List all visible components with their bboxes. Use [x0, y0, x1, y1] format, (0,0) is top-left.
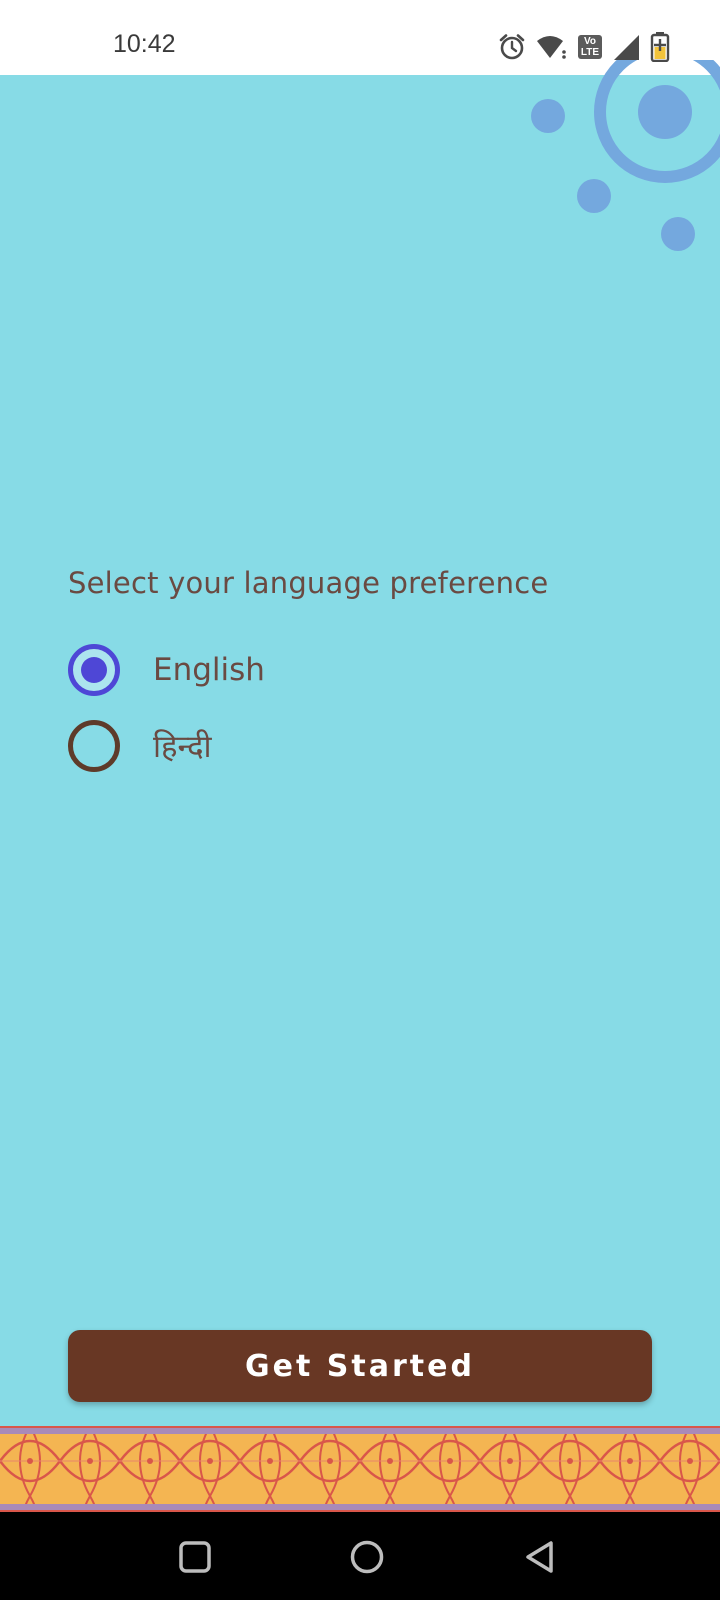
back-button[interactable]	[515, 1532, 565, 1582]
status-icons: Vo LTE	[498, 31, 670, 63]
decorative-circles	[531, 60, 720, 251]
get-started-button[interactable]: Get Started	[68, 1330, 652, 1402]
system-navigation-bar	[0, 1512, 720, 1600]
back-icon	[526, 1541, 553, 1573]
wifi-icon	[536, 34, 568, 60]
home-icon	[350, 1540, 384, 1574]
cell-signal-icon	[612, 33, 640, 61]
language-selection-screen: 10:42 Vo LTE Select your language prefer…	[0, 0, 720, 1600]
recent-apps-icon	[179, 1541, 211, 1573]
option-label-hindi[interactable]: हिन्दी	[153, 725, 212, 767]
alarm-icon	[498, 33, 526, 61]
option-label-english[interactable]: English	[153, 652, 265, 688]
recent-apps-button[interactable]	[170, 1532, 220, 1582]
radio-selected-dot	[81, 657, 107, 683]
radio-button-english[interactable]	[68, 644, 120, 696]
battery-charging-icon	[650, 32, 670, 62]
volte-icon: Vo LTE	[578, 35, 602, 59]
language-prompt: Select your language preference	[68, 566, 549, 600]
home-button[interactable]	[342, 1532, 392, 1582]
status-time: 10:42	[113, 30, 176, 58]
language-option-english[interactable]: English	[68, 643, 265, 697]
radio-button-hindi[interactable]	[68, 720, 120, 772]
decorative-pattern-band	[0, 1426, 720, 1512]
language-option-hindi[interactable]: हिन्दी	[68, 719, 212, 773]
